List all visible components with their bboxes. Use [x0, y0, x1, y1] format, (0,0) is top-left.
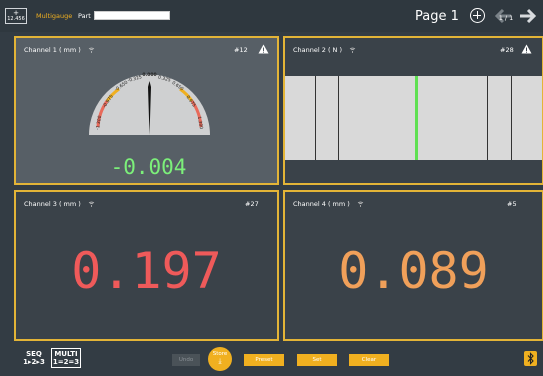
- signal-icon: [349, 47, 356, 53]
- set-button[interactable]: Set: [297, 354, 337, 366]
- warning-icon: [521, 44, 532, 54]
- part-input[interactable]: [94, 11, 170, 20]
- channel-4-panel[interactable]: Channel 4 ( mm ) #5 0.089: [283, 190, 543, 341]
- channel-1-title: Channel 1 ( mm ): [24, 46, 81, 54]
- channel-3-id: #27: [245, 200, 259, 208]
- app-icon[interactable]: + 12.456: [5, 8, 27, 24]
- clear-button[interactable]: Clear: [349, 354, 389, 366]
- analog-gauge: -1.300 -0.975 -0.650 -0.325 0.000 0.325 …: [89, 72, 210, 135]
- page-count: 1 / 1: [498, 14, 514, 22]
- download-icon: ⤓: [218, 357, 222, 365]
- app-name: Multigauge: [36, 12, 73, 20]
- warning-icon: [258, 44, 269, 54]
- signal-icon: [88, 201, 95, 207]
- store-button[interactable]: Store ⤓: [208, 347, 232, 371]
- signal-icon: [357, 201, 364, 207]
- channel-2-title: Channel 2 ( N ): [293, 46, 343, 54]
- channel-3-panel[interactable]: Channel 3 ( mm ) #27 0.197: [14, 190, 279, 341]
- bar-division: [338, 76, 339, 160]
- multi-label: MULTI: [54, 350, 78, 358]
- channel-1-id: #12: [234, 46, 248, 54]
- bar-division: [487, 76, 488, 160]
- seq-mode-button[interactable]: SEQ 1▸2▸3: [18, 350, 50, 366]
- seq-sub-label: 1▸2▸3: [23, 358, 45, 366]
- channel-2-id: #28: [500, 46, 514, 54]
- next-page-arrow-icon[interactable]: [519, 8, 537, 24]
- seq-label: SEQ: [26, 350, 42, 358]
- bar-division: [511, 76, 512, 160]
- top-bar: + 12.456 Multigauge Part Page 1 1 / 1: [0, 0, 543, 32]
- multi-sub-label: 1=2=3: [52, 358, 80, 366]
- add-page-button[interactable]: [470, 8, 485, 23]
- part-label: Part: [78, 12, 91, 20]
- channel-4-title: Channel 4 ( mm ): [293, 200, 350, 208]
- signal-icon: [88, 47, 95, 53]
- undo-button[interactable]: Undo: [172, 354, 200, 366]
- channel-3-title: Channel 3 ( mm ): [24, 200, 81, 208]
- channel-2-panel[interactable]: Channel 2 ( N ) #28: [283, 36, 543, 185]
- bar-current-marker: [415, 76, 418, 160]
- bar-graph: [285, 76, 542, 160]
- gauge-label-4: 0.000: [142, 72, 156, 78]
- channel-4-value: 0.089: [338, 242, 489, 300]
- page-title: Page 1: [415, 9, 459, 24]
- preset-button[interactable]: Preset: [244, 354, 284, 366]
- multi-mode-button[interactable]: MULTI 1=2=3: [51, 348, 81, 368]
- bluetooth-button[interactable]: [524, 351, 537, 366]
- channel-1-value: -0.004: [110, 155, 187, 179]
- channel-1-panel[interactable]: Channel 1 ( mm ) #12 -1.300 -0.975 -0.65…: [14, 36, 279, 185]
- app-icon-label: 12.456: [7, 16, 25, 22]
- bar-division: [315, 76, 316, 160]
- channel-3-value: 0.197: [71, 242, 222, 300]
- channel-4-id: #5: [507, 200, 517, 208]
- bluetooth-icon: [527, 352, 534, 365]
